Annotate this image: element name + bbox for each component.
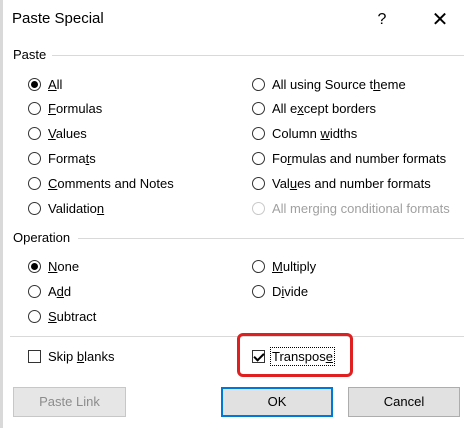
radio-circle[interactable] — [252, 176, 265, 190]
operation-option-divide[interactable]: Divide — [252, 281, 308, 301]
option-label: None — [48, 258, 80, 274]
paste-option-all[interactable]: All — [28, 74, 62, 94]
option-label: Values and number formats — [272, 175, 431, 191]
option-label: Comments and Notes — [48, 175, 174, 191]
paste-option-all-using-source-theme[interactable]: All using Source theme — [252, 74, 406, 94]
skip-blanks-checkbox[interactable]: Skip blanks — [28, 346, 115, 366]
dialog-title: Paste Special — [12, 10, 104, 27]
operation-group-label: Operation — [13, 230, 71, 245]
option-label: Validation — [48, 200, 105, 216]
paste-option-all-except-borders[interactable]: All except borders — [252, 98, 376, 118]
checkbox-label: Transpose — [270, 346, 335, 366]
radio-circle[interactable] — [28, 201, 41, 215]
radio-circle[interactable] — [252, 126, 265, 140]
radio-circle[interactable] — [252, 259, 265, 273]
option-label: Formulas — [48, 100, 103, 116]
option-label: Column widths — [272, 125, 358, 141]
radio-circle[interactable] — [28, 309, 41, 323]
radio-circle[interactable] — [28, 77, 41, 91]
radio-circle[interactable] — [28, 176, 41, 190]
operation-group-separator — [78, 238, 464, 239]
cancel-button[interactable]: Cancel — [348, 387, 460, 417]
radio-circle[interactable] — [28, 101, 41, 115]
radio-circle[interactable] — [28, 151, 41, 165]
radio-circle — [252, 201, 265, 215]
option-label: Values — [48, 125, 87, 141]
checkbox-box[interactable] — [252, 349, 265, 363]
option-label: Add — [48, 283, 72, 299]
paste-option-formats[interactable]: Formats — [28, 148, 96, 168]
checkbox-label: Skip blanks — [48, 348, 115, 364]
paste-option-all-merging-conditional-formats: All merging conditional formats — [252, 198, 450, 218]
paste-option-formulas[interactable]: Formulas — [28, 98, 102, 118]
option-label: Formats — [48, 150, 96, 166]
left-border — [0, 0, 3, 428]
option-label: Subtract — [48, 308, 97, 324]
transpose-checkbox[interactable]: Transpose — [252, 346, 335, 366]
close-button[interactable]: ✕ — [424, 6, 456, 34]
close-icon: ✕ — [431, 9, 449, 31]
radio-circle[interactable] — [252, 101, 265, 115]
option-label: All merging conditional formats — [272, 200, 450, 216]
radio-circle[interactable] — [252, 151, 265, 165]
paste-option-formulas-and-number-formats[interactable]: Formulas and number formats — [252, 148, 446, 168]
option-label: All using Source theme — [272, 76, 406, 92]
operation-option-subtract[interactable]: Subtract — [28, 306, 96, 326]
paste-option-comments-and-notes[interactable]: Comments and Notes — [28, 173, 174, 193]
radio-circle[interactable] — [252, 284, 265, 298]
radio-circle[interactable] — [28, 126, 41, 140]
option-label: Formulas and number formats — [272, 150, 447, 166]
paste-option-values-and-number-formats[interactable]: Values and number formats — [252, 173, 431, 193]
paste-special-dialog: Paste Special ? ✕ Paste All Formulas Val… — [0, 0, 471, 428]
radio-circle[interactable] — [28, 259, 41, 273]
operation-option-add[interactable]: Add — [28, 281, 71, 301]
paste-option-validation[interactable]: Validation — [28, 198, 104, 218]
radio-circle[interactable] — [28, 284, 41, 298]
ok-button[interactable]: OK — [221, 387, 333, 417]
help-button[interactable]: ? — [368, 6, 396, 34]
option-label: Divide — [272, 283, 309, 299]
operation-option-multiply[interactable]: Multiply — [252, 256, 316, 276]
paste-link-button[interactable]: Paste Link — [13, 387, 126, 417]
option-label: Multiply — [272, 258, 317, 274]
operation-option-none[interactable]: None — [28, 256, 79, 276]
option-label: All except borders — [272, 100, 377, 116]
radio-circle[interactable] — [252, 77, 265, 91]
option-label: All — [48, 76, 63, 92]
checkbox-box[interactable] — [28, 349, 41, 363]
paste-group-separator — [52, 55, 464, 56]
paste-group-label: Paste — [13, 47, 47, 62]
paste-option-values[interactable]: Values — [28, 123, 87, 143]
paste-option-column-widths[interactable]: Column widths — [252, 123, 357, 143]
title-bar: Paste Special ? ✕ — [0, 0, 471, 40]
